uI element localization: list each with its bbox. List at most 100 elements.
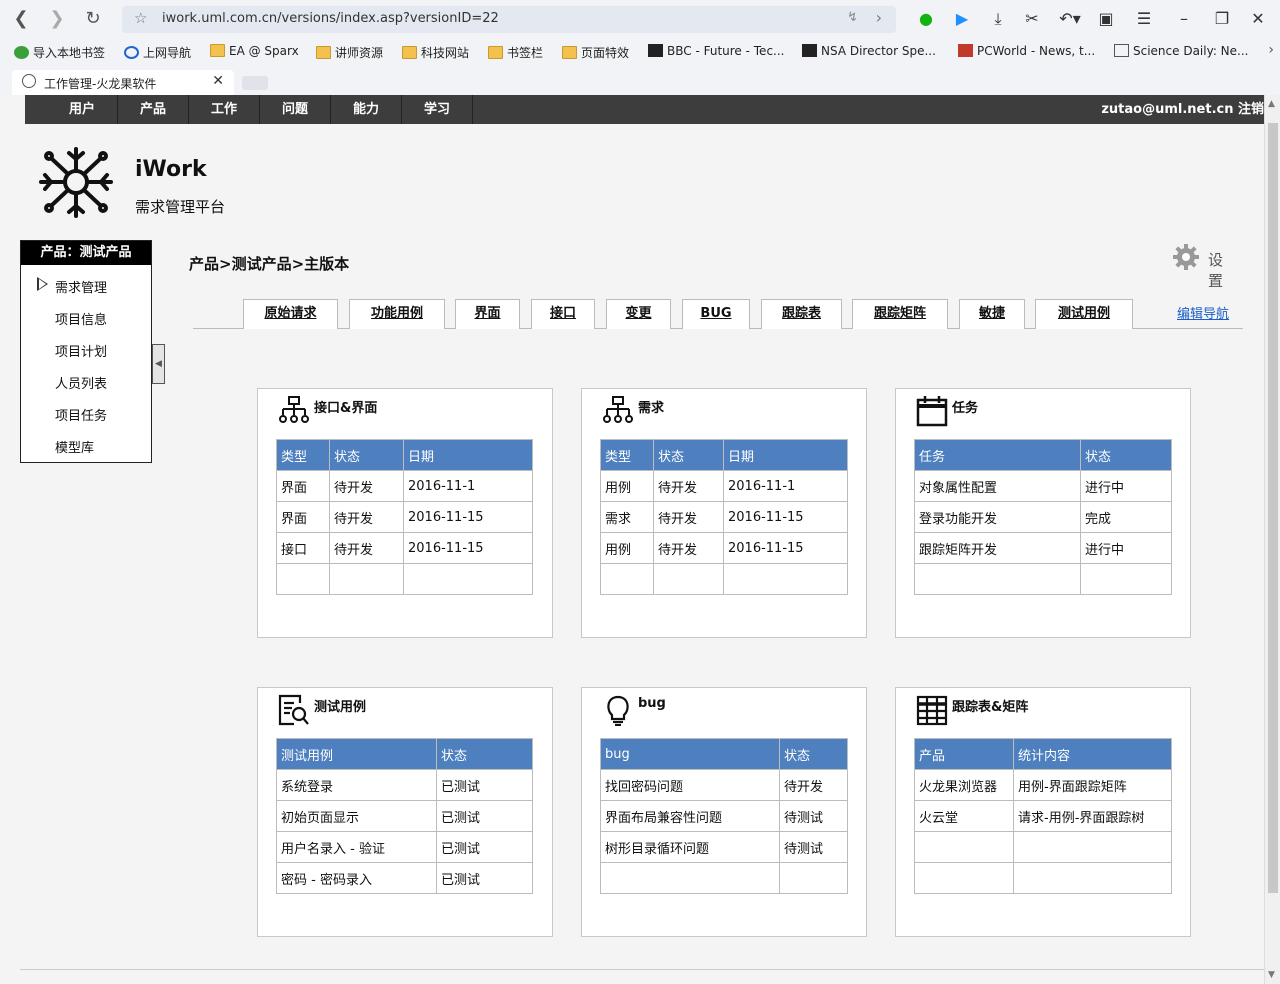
sidebar-item-project-info[interactable]: 项目信息 <box>55 309 107 328</box>
lightning-icon[interactable]: ↯ <box>847 10 858 25</box>
tab-function-usecases[interactable]: 功能用例 <box>349 299 445 329</box>
user-logout-link[interactable]: zutao@uml.net.cn 注销 <box>1101 95 1264 124</box>
bookmark-item[interactable]: 页面特效 <box>562 44 629 62</box>
table-cell <box>653 563 724 595</box>
menu-icon[interactable]: ☰ <box>1132 8 1156 30</box>
sidebar-item-project-plan[interactable]: 项目计划 <box>55 341 107 360</box>
sidebar-item-requirements[interactable]: 需求管理 <box>55 277 107 296</box>
table-row[interactable]: 界面 待开发 2016-11-1 <box>276 470 533 502</box>
table-row[interactable]: 登录功能开发 完成 <box>914 501 1172 533</box>
tab-ui[interactable]: 界面 <box>455 299 520 329</box>
bookmark-item[interactable]: Science Daily: Ne... <box>1114 44 1248 62</box>
bookmark-item[interactable]: BBC - Future - Tec... <box>648 44 784 62</box>
table-row[interactable]: 界面 待开发 2016-11-15 <box>276 501 533 533</box>
bookmark-item[interactable]: 导入本地书签 <box>14 44 105 62</box>
sidebar-item-model-library[interactable]: 模型库 <box>55 437 94 456</box>
address-text[interactable]: iwork.uml.com.cn/versions/index.asp?vers… <box>162 11 499 26</box>
tab-trace-matrix[interactable]: 跟踪矩阵 <box>852 299 948 329</box>
bookmark-item[interactable]: 科技网站 <box>402 44 469 62</box>
scissors-icon[interactable]: ✂ <box>1020 8 1044 30</box>
undo-icon[interactable]: ↶▾ <box>1058 8 1082 30</box>
table-row[interactable]: 对象属性配置 进行中 <box>914 470 1172 502</box>
topnav-item-work[interactable]: 工作 <box>189 95 260 124</box>
chevron-right-icon[interactable]: › <box>876 8 882 27</box>
scroll-up-icon[interactable]: ▲ <box>1268 99 1275 109</box>
tab-bug[interactable]: BUG <box>682 299 750 329</box>
wechat-icon[interactable]: ● <box>914 8 938 30</box>
bookmark-item[interactable]: NSA Director Spe... <box>802 44 936 62</box>
bookmarks-bar: 导入本地书签 上网导航 EA @ Sparx 讲师资源 科技网站 书签栏 页面特… <box>0 40 1280 66</box>
bookmark-item[interactable]: 讲师资源 <box>316 44 383 62</box>
table-row[interactable]: 火龙果浏览器 用例-界面跟踪矩阵 <box>914 769 1172 801</box>
globe-icon <box>22 74 36 88</box>
back-icon[interactable]: ❮ <box>10 8 32 30</box>
table-row[interactable]: 界面布局兼容性问题 待测试 <box>600 800 848 832</box>
collapse-sidebar-button[interactable]: ◀ <box>152 344 165 384</box>
table-cell: 请求-用例-界面跟踪树 <box>1013 800 1172 832</box>
sidebar-item-project-tasks[interactable]: 项目任务 <box>55 405 107 424</box>
shopping-bag-icon[interactable]: ▣ <box>1094 8 1118 30</box>
close-tab-icon[interactable]: ✕ <box>212 73 224 89</box>
table-row[interactable]: 系统登录 已测试 <box>276 769 533 801</box>
scrollbar-thumb[interactable] <box>1268 123 1278 893</box>
table-cell <box>600 563 654 595</box>
card-title: 需求 <box>638 401 665 416</box>
table-row[interactable]: 初始页面显示 已测试 <box>276 800 533 832</box>
table-cell: 待开发 <box>653 532 724 564</box>
horizontal-scrollbar[interactable] <box>20 969 1264 970</box>
tasks-table: 任务 状态 对象属性配置 进行中 登录功能开发 完成 跟踪矩阵开发 进行中 <box>914 439 1172 595</box>
card-title: bug <box>638 696 666 711</box>
new-tab-button[interactable] <box>242 76 268 90</box>
minimize-icon[interactable]: – <box>1172 8 1196 30</box>
topnav-item-users[interactable]: 用户 <box>47 95 118 124</box>
tab-test-cases[interactable]: 测试用例 <box>1035 299 1133 329</box>
bookmark-item[interactable]: 书签栏 <box>488 44 543 62</box>
topnav-item-capability[interactable]: 能力 <box>331 95 402 124</box>
play-icon[interactable]: ▶ <box>950 8 974 30</box>
bookmark-item[interactable]: PCWorld - News, t... <box>958 44 1095 62</box>
table-header: 测试用例 <box>276 738 437 770</box>
table-row[interactable]: 火云堂 请求-用例-界面跟踪树 <box>914 800 1172 832</box>
chevron-right-icon[interactable]: › <box>1268 42 1274 58</box>
tab-interface[interactable]: 接口 <box>531 299 595 329</box>
table-row[interactable]: 密码 - 密码录入 已测试 <box>276 862 533 894</box>
download-icon[interactable]: ⤓ <box>986 8 1010 30</box>
maximize-icon[interactable]: ❐ <box>1210 8 1234 30</box>
close-window-icon[interactable]: ✕ <box>1246 8 1270 30</box>
table-row[interactable]: 树形目录循环问题 待测试 <box>600 831 848 863</box>
tab-original-requests[interactable]: 原始请求 <box>243 299 338 329</box>
browser-tab[interactable]: 工作管理-火龙果软件 ✕ <box>12 70 234 95</box>
table-header: 状态 <box>1080 439 1172 471</box>
bug-card: bug bug 状态 找回密码问题 待开发 界面布局兼容性问题 待测试 树形目录… <box>581 687 867 937</box>
topnav-item-learning[interactable]: 学习 <box>402 95 473 124</box>
bookmark-item[interactable]: EA @ Sparx <box>210 44 299 62</box>
edit-navigation-link[interactable]: 编辑导航 <box>1177 303 1229 322</box>
table-row[interactable]: 跟踪矩阵开发 进行中 <box>914 532 1172 564</box>
forward-icon[interactable]: ❯ <box>46 8 68 30</box>
table-row[interactable]: 用户名录入 - 验证 已测试 <box>276 831 533 863</box>
topnav-item-issues[interactable]: 问题 <box>260 95 331 124</box>
sidebar-item-people[interactable]: 人员列表 <box>55 373 107 392</box>
table-row[interactable]: 需求 待开发 2016-11-15 <box>600 501 848 533</box>
table-row[interactable]: 用例 待开发 2016-11-15 <box>600 532 848 564</box>
bookmark-star-icon[interactable]: ☆ <box>134 9 147 27</box>
bookmark-item[interactable]: 上网导航 <box>124 44 191 62</box>
lightbulb-icon <box>607 695 629 726</box>
address-bar[interactable]: ☆ iwork.uml.com.cn/versions/index.asp?ve… <box>122 6 896 33</box>
table-cell <box>779 862 848 894</box>
tab-agile[interactable]: 敏捷 <box>959 299 1025 329</box>
table-row <box>600 862 848 894</box>
table-row[interactable]: 找回密码问题 待开发 <box>600 769 848 801</box>
tab-changes[interactable]: 变更 <box>606 299 671 329</box>
sciencedaily-icon <box>1114 44 1129 57</box>
browser-chrome: ❮ ❯ ↻ ☆ iwork.uml.com.cn/versions/index.… <box>0 0 1280 95</box>
vertical-scrollbar[interactable]: ▲ ▼ <box>1264 95 1280 984</box>
brand-name: iWork <box>135 157 207 182</box>
pcworld-icon <box>958 44 973 57</box>
reload-icon[interactable]: ↻ <box>82 8 104 30</box>
tab-trace-table[interactable]: 跟踪表 <box>761 299 842 329</box>
topnav-item-products[interactable]: 产品 <box>118 95 189 124</box>
table-row[interactable]: 接口 待开发 2016-11-15 <box>276 532 533 564</box>
table-row[interactable]: 用例 待开发 2016-11-1 <box>600 470 848 502</box>
scroll-down-icon[interactable]: ▼ <box>1268 970 1275 980</box>
